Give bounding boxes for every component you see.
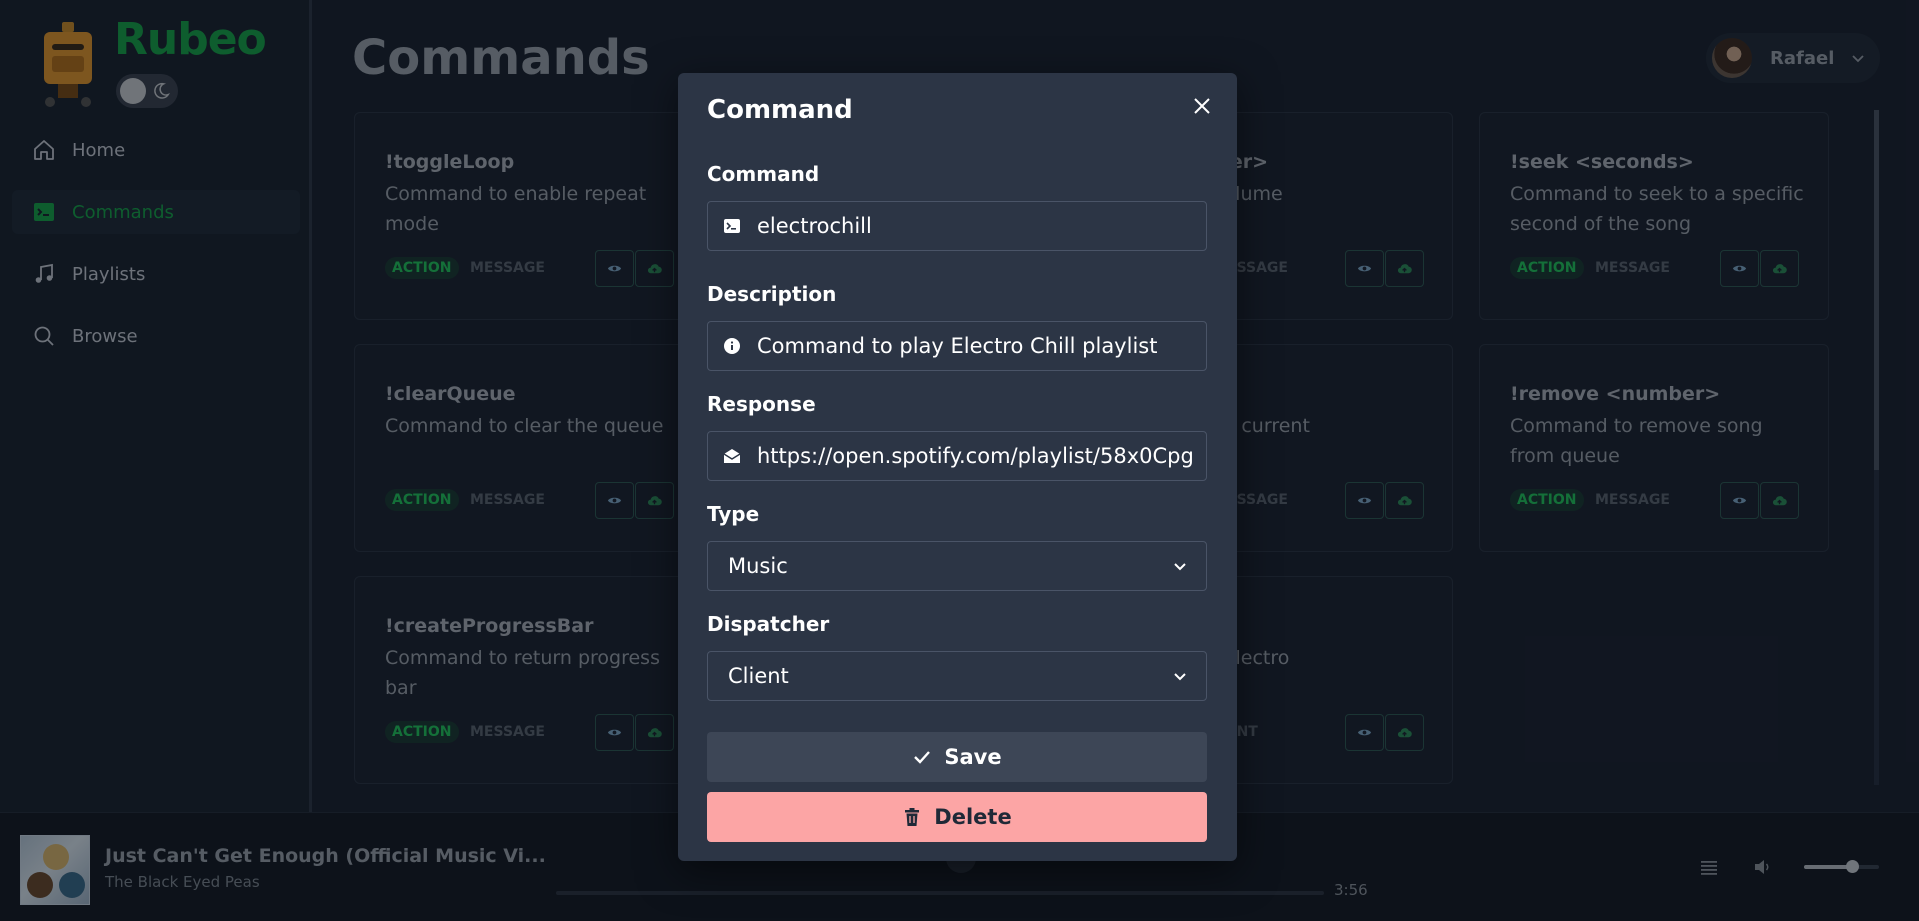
- delete-label: Delete: [934, 805, 1012, 829]
- type-value: Music: [728, 554, 788, 578]
- chevron-down-icon: [1174, 563, 1186, 571]
- description-value: Command to play Electro Chill playlist: [757, 334, 1158, 358]
- delete-button[interactable]: Delete: [707, 792, 1207, 842]
- dispatcher-value: Client: [728, 664, 789, 688]
- trash-icon: [902, 807, 922, 827]
- command-modal: Command Command electrochill Description…: [678, 73, 1237, 861]
- check-icon: [912, 747, 932, 767]
- terminal-icon: [723, 217, 741, 235]
- dispatcher-select[interactable]: Client: [707, 651, 1207, 701]
- command-value: electrochill: [757, 214, 872, 238]
- chevron-down-icon: [1174, 673, 1186, 681]
- command-label: Command: [707, 162, 820, 186]
- dispatcher-label: Dispatcher: [707, 612, 830, 636]
- save-label: Save: [944, 745, 1002, 769]
- description-label: Description: [707, 282, 837, 306]
- close-icon: [1194, 98, 1210, 114]
- save-button[interactable]: Save: [707, 732, 1207, 782]
- description-field[interactable]: Command to play Electro Chill playlist: [707, 321, 1207, 371]
- response-value: https://open.spotify.com/playlist/58x0Cp…: [757, 444, 1194, 468]
- command-field[interactable]: electrochill: [707, 201, 1207, 251]
- type-label: Type: [707, 502, 760, 526]
- close-button[interactable]: [1189, 93, 1215, 119]
- response-label: Response: [707, 392, 816, 416]
- info-icon: [723, 337, 741, 355]
- type-select[interactable]: Music: [707, 541, 1207, 591]
- envelope-icon: [723, 447, 741, 465]
- response-field[interactable]: https://open.spotify.com/playlist/58x0Cp…: [707, 431, 1207, 481]
- modal-title: Command: [707, 95, 853, 125]
